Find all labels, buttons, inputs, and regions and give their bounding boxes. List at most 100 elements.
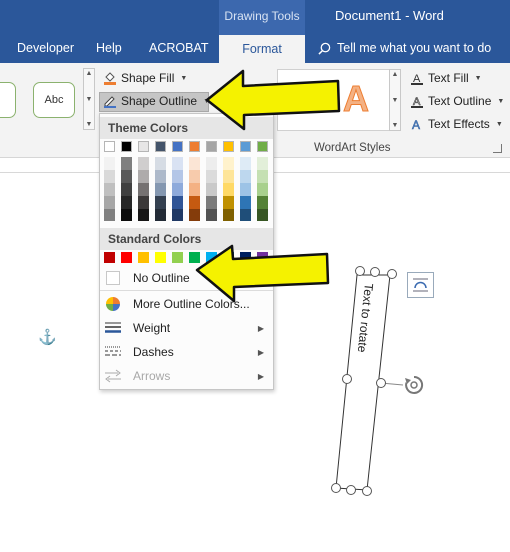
theme-shade-swatch[interactable] [155,183,166,196]
theme-color-swatch[interactable] [257,141,268,152]
resize-handle [355,266,365,276]
theme-shade-swatch[interactable] [257,209,268,221]
theme-shade-swatch[interactable] [138,170,149,183]
theme-shade-swatch[interactable] [155,209,166,221]
theme-colors-header: Theme Colors [100,117,273,139]
theme-shade-swatch[interactable] [138,157,149,170]
standard-color-swatch[interactable] [138,252,149,263]
resize-handle [376,378,386,388]
theme-shade-swatch[interactable] [206,157,217,170]
theme-shade-swatch[interactable] [206,196,217,209]
theme-shade-swatch[interactable] [172,183,183,196]
text-box-content[interactable]: Text to rotate [355,283,376,354]
theme-shade-swatch[interactable] [223,196,234,209]
theme-shade-swatch[interactable] [172,157,183,170]
theme-shade-swatch[interactable] [104,183,115,196]
theme-shade-swatch[interactable] [206,209,217,221]
standard-color-swatch[interactable] [240,252,251,263]
theme-shade-swatch[interactable] [104,170,115,183]
theme-shade-swatch[interactable] [104,196,115,209]
theme-shade-swatch[interactable] [138,196,149,209]
layout-options-glyph [413,278,428,292]
theme-shade-swatch[interactable] [240,209,251,221]
standard-colors-header: Standard Colors [100,228,273,250]
submenu-arrow-icon: ▶ [257,371,264,381]
theme-shade-swatch[interactable] [121,170,132,183]
theme-color-swatch[interactable] [121,141,132,152]
no-outline-label: No Outline [133,271,190,285]
standard-color-swatch[interactable] [155,252,166,263]
theme-color-swatch[interactable] [223,141,234,152]
theme-shade-swatch[interactable] [138,183,149,196]
theme-color-swatch[interactable] [155,141,166,152]
theme-shade-swatch[interactable] [240,196,251,209]
resize-handle [342,374,352,384]
theme-shade-swatch[interactable] [189,170,200,183]
theme-shade-swatch[interactable] [223,157,234,170]
theme-color-swatch[interactable] [104,141,115,152]
dash-style-icon [105,346,121,356]
submenu-arrow-icon: ▶ [257,323,264,333]
standard-color-swatch[interactable] [223,252,234,263]
standard-color-swatch[interactable] [121,252,132,263]
menu-separator [100,290,273,291]
theme-shade-swatch[interactable] [155,196,166,209]
standard-color-swatch[interactable] [189,252,200,263]
no-outline-swatch-icon [106,271,120,285]
more-outline-colors-item[interactable]: More Outline Colors... [100,292,273,316]
standard-color-swatch[interactable] [206,252,217,263]
theme-shade-swatch[interactable] [155,157,166,170]
theme-shade-swatch[interactable] [121,196,132,209]
theme-shade-swatch[interactable] [223,183,234,196]
resize-handle [346,485,356,495]
submenu-arrow-icon: ▶ [257,347,264,357]
standard-color-swatch[interactable] [172,252,183,263]
theme-shade-swatch[interactable] [189,157,200,170]
theme-shade-swatch[interactable] [138,209,149,221]
theme-shade-swatch[interactable] [172,196,183,209]
standard-color-swatch[interactable] [104,252,115,263]
layout-options-icon[interactable] [407,272,434,298]
theme-shade-swatch[interactable] [104,209,115,221]
arrows-label: Arrows [133,369,171,383]
dashes-label: Dashes [133,345,174,359]
theme-color-swatch[interactable] [172,141,183,152]
weight-label: Weight [133,321,171,335]
resize-handle [331,483,341,493]
theme-shade-swatch[interactable] [189,183,200,196]
no-outline-item[interactable]: No Outline [100,266,273,290]
theme-shade-swatch[interactable] [257,183,268,196]
theme-shade-swatch[interactable] [121,183,132,196]
theme-shade-swatch[interactable] [240,157,251,170]
more-outline-colors-label: More Outline Colors... [133,297,250,311]
theme-color-swatch[interactable] [138,141,149,152]
resize-handle [387,269,397,279]
color-wheel-icon [106,297,120,311]
theme-shade-swatch[interactable] [223,209,234,221]
arrows-item: Arrows ▶ [100,364,273,388]
theme-color-swatch[interactable] [240,141,251,152]
rotate-handle-icon[interactable] [403,374,425,396]
theme-shade-swatch[interactable] [240,183,251,196]
weight-item[interactable]: Weight ▶ [100,316,273,340]
arrow-style-icon [105,369,121,383]
theme-shade-swatch[interactable] [155,170,166,183]
theme-shade-swatch[interactable] [104,157,115,170]
theme-shade-swatch[interactable] [121,157,132,170]
theme-shade-swatch[interactable] [189,209,200,221]
theme-shade-swatch[interactable] [257,170,268,183]
theme-shade-swatch[interactable] [223,170,234,183]
standard-color-swatch[interactable] [257,252,268,263]
dashes-item[interactable]: Dashes ▶ [100,340,273,364]
theme-shade-swatch[interactable] [189,196,200,209]
theme-shade-swatch[interactable] [257,157,268,170]
theme-shade-swatch[interactable] [172,170,183,183]
theme-shade-swatch[interactable] [172,209,183,221]
theme-color-swatch[interactable] [206,141,217,152]
theme-shade-swatch[interactable] [206,183,217,196]
theme-color-swatch[interactable] [189,141,200,152]
theme-shade-swatch[interactable] [121,209,132,221]
theme-shade-swatch[interactable] [257,196,268,209]
theme-shade-swatch[interactable] [206,170,217,183]
theme-shade-swatch[interactable] [240,170,251,183]
